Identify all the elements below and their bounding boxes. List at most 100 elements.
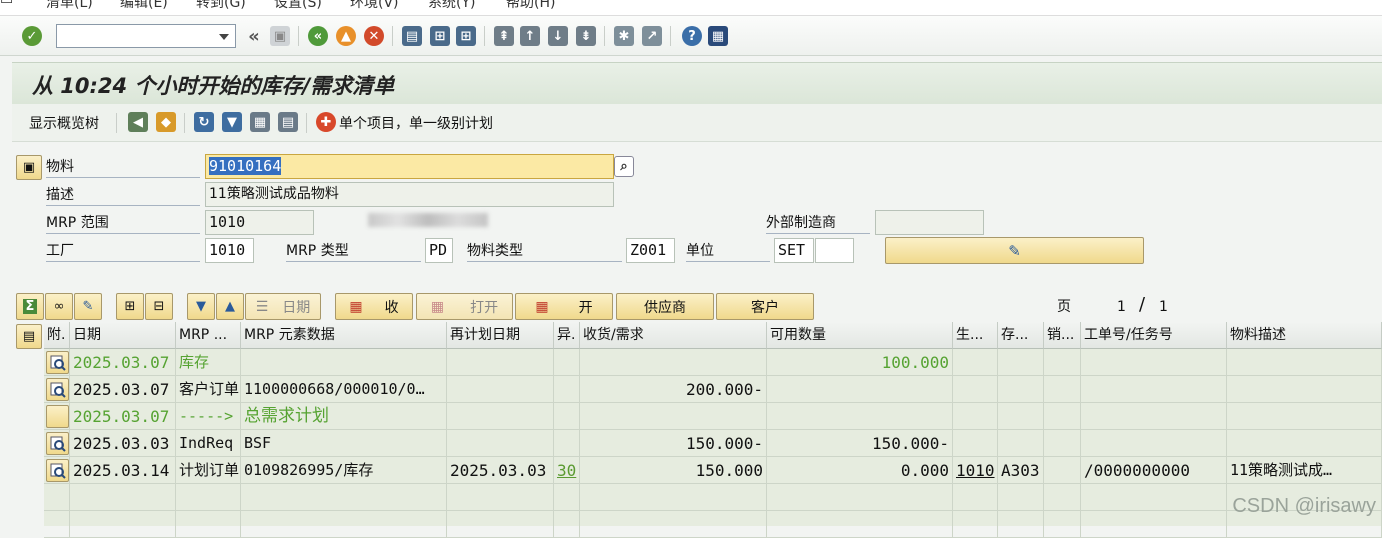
attachment-cell[interactable] <box>44 430 70 457</box>
exc-cell <box>554 376 580 403</box>
print-icon[interactable]: ▤ <box>402 26 422 46</box>
selection-rule-icon[interactable]: ▦ <box>250 112 270 132</box>
recv-cell: 200.000- <box>580 376 767 403</box>
edit-pencil-icon: ✎ <box>1008 242 1021 260</box>
header-toggle-icon[interactable]: ▣ <box>16 155 42 180</box>
empty-detail-button[interactable] <box>46 405 69 428</box>
filter-icon[interactable]: ▼ <box>222 112 242 132</box>
pencil-icon[interactable]: ✎ <box>74 293 102 320</box>
mrp-area-field: 1010 <box>205 210 314 235</box>
table-row[interactable] <box>44 484 1382 511</box>
column-header[interactable]: 存... <box>998 322 1044 349</box>
date-cell: 2025.03.07 <box>70 349 176 376</box>
prod-cell[interactable]: 1010 <box>953 457 998 484</box>
order-cell <box>1081 349 1227 376</box>
vendor-button[interactable]: 供应商 <box>616 293 714 320</box>
find-icon[interactable]: ⊞ <box>430 26 450 46</box>
table-row[interactable]: 2025.03.07客户订单1100000668/000010/0…200.00… <box>44 376 1382 403</box>
avail-cell: 150.000- <box>767 430 953 457</box>
blurred-mrp-area-text <box>368 213 488 227</box>
search-help-icon[interactable]: ⌕ <box>614 156 634 177</box>
attachment-cell[interactable] <box>44 349 70 376</box>
edit-button[interactable]: ✎ <box>885 237 1144 264</box>
attachment-cell[interactable] <box>44 403 70 430</box>
first-page-icon[interactable]: ⇞ <box>494 26 514 46</box>
column-header[interactable]: 附. <box>44 322 70 349</box>
prev-page-icon[interactable]: ↑ <box>520 26 540 46</box>
customize-layout-icon[interactable]: ▦ <box>708 26 728 46</box>
planning-icon[interactable]: ▤ <box>278 112 298 132</box>
collapse-tree-icon[interactable]: ⊟ <box>145 293 173 320</box>
sort-ascending-icon[interactable]: ▲ <box>216 293 244 320</box>
avail-cell: 0.000 <box>767 457 953 484</box>
material-input[interactable]: 91010164 <box>205 154 614 179</box>
back-icon[interactable]: « <box>308 26 328 46</box>
menu-list[interactable]: 清单(L) <box>46 0 93 12</box>
attachment-cell[interactable] <box>44 511 70 538</box>
menu-help[interactable]: 帮助(H) <box>506 0 555 12</box>
exc-cell <box>554 511 580 538</box>
refresh-icon[interactable]: ↻ <box>194 112 214 132</box>
column-header[interactable]: MRP 元素数据 <box>241 322 447 349</box>
next-page-icon[interactable]: ↓ <box>548 26 568 46</box>
command-field[interactable] <box>56 24 236 48</box>
single-item-planning-button[interactable]: 单个项目，单一级别计划 <box>339 113 493 133</box>
glasses-icon[interactable]: ∞ <box>45 293 73 320</box>
element-detail-icon[interactable] <box>46 378 69 401</box>
dates-icon[interactable]: ◆ <box>156 112 176 132</box>
attachment-cell[interactable] <box>44 457 70 484</box>
column-header[interactable]: 生... <box>953 322 998 349</box>
column-header[interactable]: MRP ... <box>176 322 241 349</box>
last-page-icon[interactable]: ⇟ <box>576 26 596 46</box>
column-header[interactable]: 可用数量 <box>767 322 953 349</box>
collapse-icon[interactable]: « <box>244 26 264 46</box>
table-row[interactable]: 2025.03.07库存100.000 <box>44 349 1382 376</box>
layout-icon[interactable]: ▤ <box>16 324 42 349</box>
dropdown-arrow-icon[interactable] <box>219 34 229 40</box>
new-session-icon[interactable]: ✱ <box>614 26 634 46</box>
find-next-icon[interactable]: ⊞ <box>456 26 476 46</box>
table-row[interactable]: 2025.03.14计划订单0109826995/库存2025.03.03301… <box>44 457 1382 484</box>
save-icon[interactable]: ▣ <box>270 26 290 46</box>
expand-tree-icon[interactable]: ⊞ <box>116 293 144 320</box>
table-row[interactable] <box>44 511 1382 538</box>
cancel-icon[interactable]: ✕ <box>364 26 384 46</box>
customer-button[interactable]: 客户 <box>716 293 814 320</box>
shortcut-icon[interactable]: ↗ <box>642 26 662 46</box>
menu-icon[interactable]: ▭ <box>0 0 13 8</box>
help-icon[interactable]: ? <box>682 26 702 46</box>
table-row[interactable]: 2025.03.03IndReqBSF150.000-150.000- <box>44 430 1382 457</box>
attachment-cell[interactable] <box>44 484 70 511</box>
menu-edit[interactable]: 编辑(E) <box>120 0 168 12</box>
menu-environment[interactable]: 环境(V) <box>350 0 399 12</box>
menu-settings[interactable]: 设置(S) <box>274 0 322 12</box>
attachment-cell[interactable] <box>44 376 70 403</box>
show-tree-button[interactable]: 显示概览树 <box>29 113 99 133</box>
exit-icon[interactable]: ▲ <box>336 26 356 46</box>
on-button[interactable]: ▦开 <box>515 293 613 320</box>
menu-system[interactable]: 系统(Y) <box>428 0 475 12</box>
open-button[interactable]: ▦打开 <box>416 293 513 320</box>
previous-material-icon[interactable]: ◀ <box>128 112 148 132</box>
element-detail-icon[interactable] <box>46 459 69 482</box>
sort-descending-icon[interactable]: ▼ <box>187 293 215 320</box>
element-detail-icon[interactable] <box>46 432 69 455</box>
menu-goto[interactable]: 转到(G) <box>196 0 246 12</box>
column-header[interactable]: 日期 <box>70 322 176 349</box>
column-header[interactable]: 异. <box>554 322 580 349</box>
column-header[interactable]: 物料描述 <box>1227 322 1382 349</box>
stor-cell <box>998 511 1044 538</box>
element-detail-icon[interactable] <box>46 351 69 374</box>
enter-check-icon[interactable]: ✓ <box>22 26 42 46</box>
date-button[interactable]: ☰日期 <box>245 293 321 320</box>
sum-icon[interactable]: Σ <box>16 293 44 320</box>
column-header[interactable]: 收货/需求 <box>580 322 767 349</box>
column-header[interactable]: 销... <box>1044 322 1081 349</box>
column-header[interactable]: 工单号/任务号 <box>1081 322 1227 349</box>
exc-cell[interactable]: 30 <box>554 457 580 484</box>
receipt-button[interactable]: ▦收 <box>335 293 413 320</box>
column-header[interactable]: 再计划日期 <box>447 322 554 349</box>
single-item-planning-icon[interactable]: ✚ <box>316 112 336 132</box>
table-row[interactable]: 2025.03.07----->总需求计划 <box>44 403 1382 430</box>
avail-cell <box>767 403 953 430</box>
